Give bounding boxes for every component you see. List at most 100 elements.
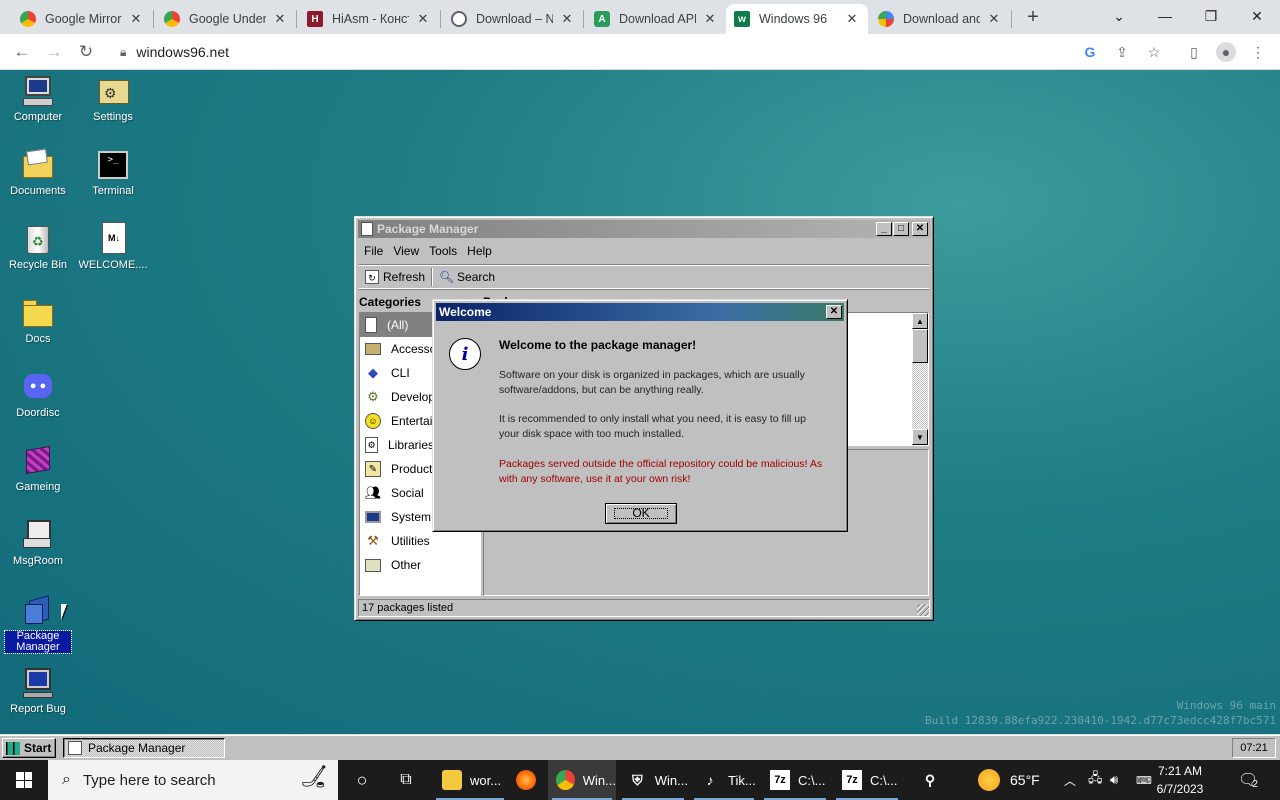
maximize-icon[interactable]: □ xyxy=(893,222,909,236)
network-icon[interactable]: 🖧︎ xyxy=(1088,760,1103,800)
browser-tab[interactable]: Google Underwater ✕ xyxy=(156,4,296,34)
menu-help[interactable]: Help xyxy=(462,241,497,261)
desktop-icon-terminal[interactable]: >_ Terminal xyxy=(76,146,150,197)
reload-icon[interactable]: ↻ xyxy=(73,40,99,64)
menu-view[interactable]: View xyxy=(388,241,424,261)
forward-icon[interactable]: → xyxy=(41,40,67,64)
address-toolbar: ← → ↻ 🔒︎ windows96.net G ⇪ ☆ ▯ ● ⋮ xyxy=(0,34,1280,70)
close-window-icon[interactable]: ✕ xyxy=(1234,0,1280,32)
dialog-warning: Packages served outside the official rep… xyxy=(499,458,823,485)
info-icon: i xyxy=(449,338,481,370)
menu-kebab-icon[interactable]: ⋮ xyxy=(1248,42,1268,62)
refresh-icon: ↻ xyxy=(365,269,379,284)
close-icon[interactable]: ✕ xyxy=(826,305,842,319)
omnibox[interactable]: 🔒︎ windows96.net xyxy=(110,37,1170,67)
menu-tools[interactable]: Tools xyxy=(424,241,462,261)
win96-icon: w xyxy=(734,11,750,27)
taskbar-app-7zip[interactable]: 7z C:\... xyxy=(760,760,830,800)
taskbar-app-chrome[interactable]: Win... xyxy=(548,760,616,800)
new-tab-button[interactable]: + xyxy=(1020,4,1046,30)
close-tab-icon[interactable]: ✕ xyxy=(986,11,1002,27)
taskbar-app-file-explorer[interactable]: wor... xyxy=(432,760,508,800)
desktop-icon-gameing[interactable]: Gameing xyxy=(1,442,75,493)
taskbar-app-windows-security[interactable]: ⛨ Win... xyxy=(618,760,688,800)
social-icon: 👥︎ xyxy=(364,485,382,500)
desktop-icon-docs[interactable]: Docs xyxy=(1,294,75,345)
taskbar-app-firefox[interactable] xyxy=(510,760,546,800)
close-tab-icon[interactable]: ✕ xyxy=(702,11,718,27)
win96-start-button[interactable]: Start xyxy=(2,738,56,758)
system-clock[interactable]: 7:21 AM 6/7/2023 xyxy=(1142,762,1218,798)
packages-scrollbar[interactable]: ▲ ▼ xyxy=(912,313,928,445)
apk-icon: A xyxy=(594,11,610,27)
search-button[interactable]: 🔍︎ Search xyxy=(433,267,501,287)
desktop-icon-settings[interactable]: ⚙ Settings xyxy=(76,72,150,123)
recycle-bin-icon: ♻ xyxy=(21,222,55,256)
hiasm-icon: H xyxy=(307,11,323,27)
computer-icon xyxy=(21,74,55,108)
weather-widget[interactable]: 65°F xyxy=(978,760,1040,800)
7zip-icon: 7z xyxy=(842,770,862,790)
entertainment-icon: ☺ xyxy=(365,413,381,429)
side-panel-icon[interactable]: ▯ xyxy=(1184,42,1204,62)
close-tab-icon[interactable]: ✕ xyxy=(559,11,575,27)
desktop-icon-report-bug[interactable]: Report Bug xyxy=(1,664,75,715)
task-view-icon[interactable]: ⧉ xyxy=(392,760,420,800)
windows-start-button[interactable] xyxy=(0,760,48,800)
terminal-icon: >_ xyxy=(96,148,130,182)
resize-grip-icon[interactable] xyxy=(917,604,929,616)
share-icon[interactable]: ⇪ xyxy=(1112,42,1132,62)
globe-icon xyxy=(451,11,467,27)
minimize-icon[interactable]: — xyxy=(1142,0,1188,32)
ok-button[interactable]: OK xyxy=(605,503,677,524)
refresh-button[interactable]: ↻ Refresh xyxy=(359,267,431,287)
taskbar-item-package-manager[interactable]: Package Manager xyxy=(63,738,225,758)
desktop-icon-recycle-bin[interactable]: ♻ Recycle Bin xyxy=(1,220,75,271)
profile-icon[interactable]: ● xyxy=(1216,42,1236,62)
browser-tab-active[interactable]: w Windows 96 ✕ xyxy=(726,4,868,34)
scroll-up-icon[interactable]: ▲ xyxy=(912,313,928,329)
desktop-icon-package-manager[interactable]: Package Manager xyxy=(1,592,75,654)
development-icon: ⚙ xyxy=(367,389,379,404)
taskbar-app-7zip[interactable]: 7z C:\... xyxy=(832,760,902,800)
bookmark-star-icon[interactable]: ☆ xyxy=(1144,42,1164,62)
tab-search-icon[interactable]: ⌄ xyxy=(1096,0,1142,32)
package-manager-titlebar[interactable]: Package Manager _ □ ✕ xyxy=(358,220,930,238)
desktop-icon-doordisc[interactable]: ● ● Doordisc xyxy=(1,368,75,419)
chrome-icon xyxy=(20,11,36,27)
back-icon[interactable]: ← xyxy=(9,40,35,64)
scroll-down-icon[interactable]: ▼ xyxy=(912,429,928,445)
tray-overflow-icon[interactable]: ︿ xyxy=(1064,760,1076,800)
taskbar-search-box[interactable]: ⌕ Type here to search 🏒︎ xyxy=(48,760,338,800)
category-item-other[interactable]: Other xyxy=(360,553,480,577)
desktop-icon-documents[interactable]: Documents xyxy=(1,146,75,197)
close-tab-icon[interactable]: ✕ xyxy=(128,11,144,27)
browser-tab[interactable]: Download and ✕ xyxy=(870,4,1010,34)
desktop-icon-welcome[interactable]: M↓ WELCOME.... xyxy=(76,220,150,271)
desktop-icon-msgroom[interactable]: MsgRoom xyxy=(1,516,75,567)
desktop-icon-computer[interactable]: Computer xyxy=(1,72,75,123)
category-item-utilities[interactable]: ⚒ Utilities xyxy=(360,529,480,553)
browser-tab[interactable]: Download – N ✕ xyxy=(443,4,583,34)
notifications-icon[interactable]: 🗨︎ 2 xyxy=(1238,760,1258,800)
google-lens-icon[interactable]: G xyxy=(1080,42,1100,62)
weather-sun-icon xyxy=(978,769,1000,791)
windows-taskbar: ⌕ Type here to search 🏒︎ ○ ⧉ wor... Win.… xyxy=(0,760,1280,800)
minimize-icon[interactable]: _ xyxy=(876,222,892,236)
browser-tab[interactable]: A Download APK ✕ xyxy=(586,4,726,34)
scroll-thumb[interactable] xyxy=(912,329,928,363)
lock-icon[interactable]: 🔒︎ xyxy=(120,45,126,60)
volume-icon[interactable]: 🔊︎ xyxy=(1110,760,1118,800)
close-tab-icon[interactable]: ✕ xyxy=(272,11,288,27)
browser-tab[interactable]: H HiAsm - Конструктор ✕ xyxy=(299,4,439,34)
cortana-icon[interactable]: ○ xyxy=(348,760,376,800)
menu-file[interactable]: File xyxy=(359,241,388,261)
browser-tab[interactable]: Google Mirror ✕ xyxy=(12,4,152,34)
people-icon[interactable]: ⚲ xyxy=(912,760,948,800)
close-tab-icon[interactable]: ✕ xyxy=(844,11,860,27)
close-icon[interactable]: ✕ xyxy=(912,222,928,236)
welcome-dialog-titlebar[interactable]: Welcome ✕ xyxy=(436,303,844,321)
taskbar-app-tiktok[interactable]: ♪ Tik... xyxy=(690,760,758,800)
close-tab-icon[interactable]: ✕ xyxy=(415,11,431,27)
restore-icon[interactable]: ❐ xyxy=(1188,0,1234,32)
